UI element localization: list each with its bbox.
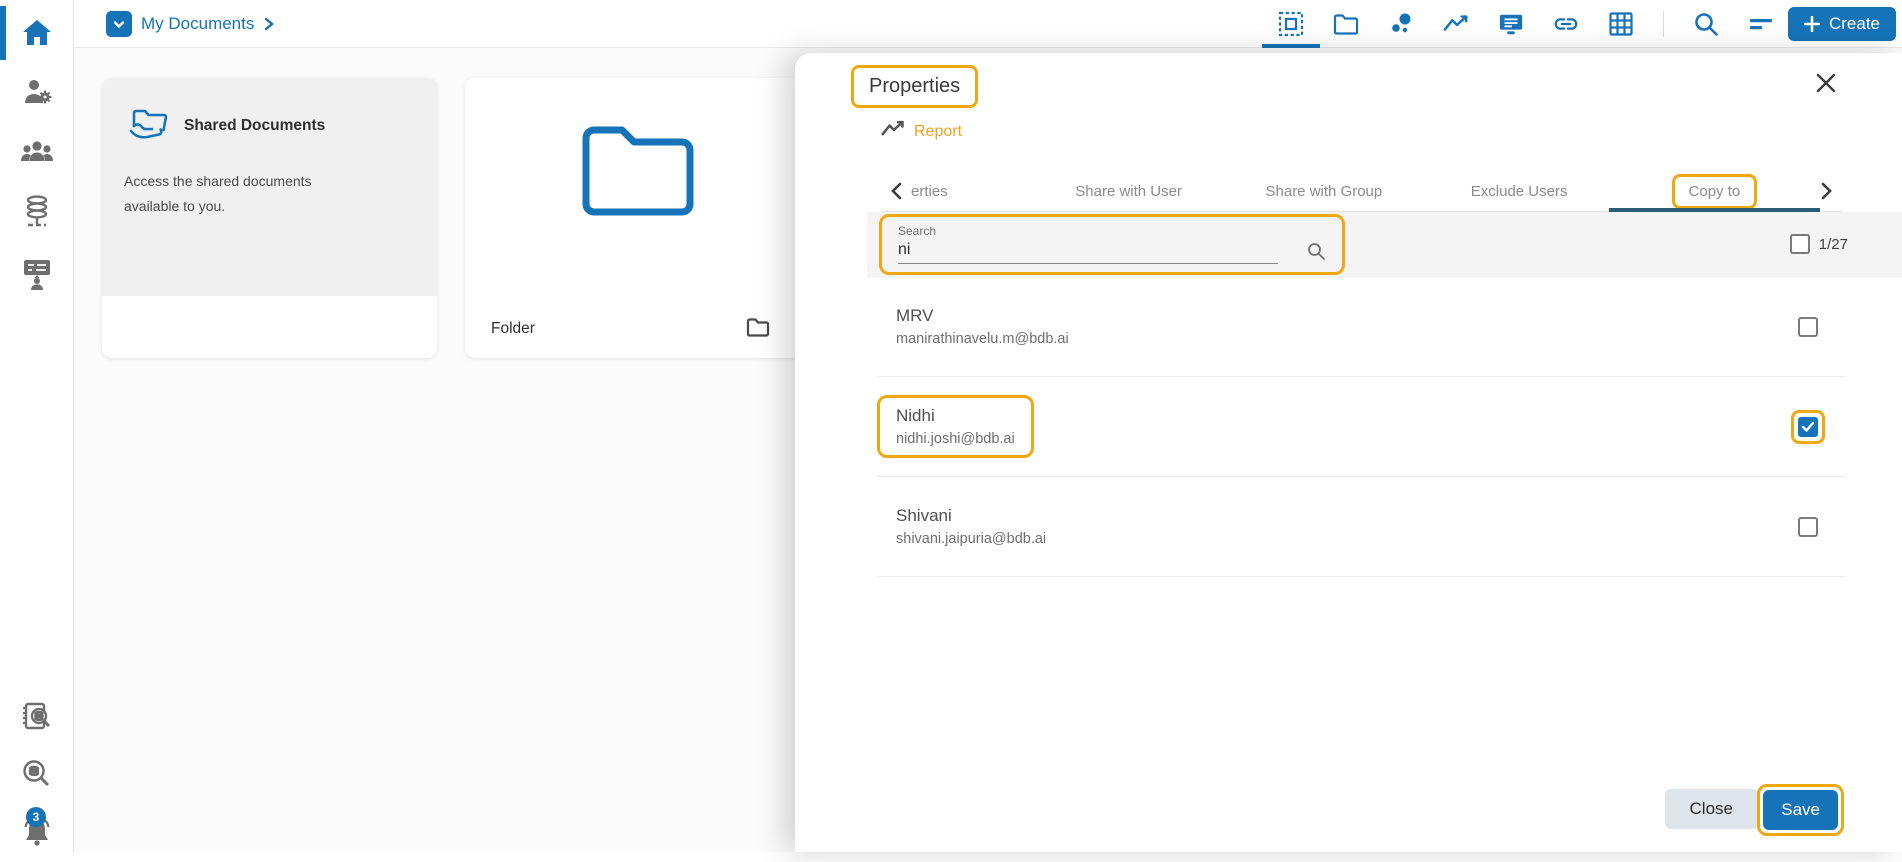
- tab-share-with-group[interactable]: Share with Group: [1226, 171, 1421, 211]
- grid-table-icon[interactable]: [1608, 11, 1634, 37]
- sidebar-item-data-server[interactable]: [0, 186, 74, 242]
- user-list: MRV manirathinavelu.m@bdb.ai Nidhi nidhi…: [877, 277, 1845, 577]
- bell-icon: 3: [20, 815, 54, 854]
- sidebar-item-home[interactable]: [0, 6, 74, 62]
- user-info: Shivani shivani.jaipuria@bdb.ai: [877, 495, 1065, 558]
- small-folder-icon: [746, 316, 770, 343]
- tab-copy-to-label: Copy to: [1672, 174, 1758, 209]
- sidebar-item-trainer-board[interactable]: [0, 248, 74, 304]
- search-icon[interactable]: [1693, 11, 1719, 37]
- trainer-board-icon: [21, 257, 53, 296]
- toolbar: [1278, 0, 1774, 48]
- document-search-icon: [20, 700, 54, 741]
- close-icon[interactable]: [1812, 69, 1840, 97]
- selection-counter: 1/27: [1819, 236, 1848, 253]
- shared-card-footer: [102, 296, 437, 358]
- shared-folder-icon: [128, 104, 170, 147]
- data-server-icon: [21, 194, 53, 235]
- breadcrumb-folder-icon: [106, 11, 132, 37]
- user-info: MRV manirathinavelu.m@bdb.ai: [877, 295, 1088, 358]
- tabs-scroll-right-icon[interactable]: [1812, 182, 1842, 200]
- user-info-highlighted: Nidhi nidhi.joshi@bdb.ai: [877, 395, 1034, 458]
- user-checkbox[interactable]: [1798, 517, 1818, 537]
- search-strip: Search 1/27: [867, 212, 1902, 278]
- line-chart-icon[interactable]: [1443, 11, 1469, 37]
- user-name: Nidhi: [896, 406, 1015, 426]
- folder-card-footer: Folder: [465, 300, 810, 358]
- user-settings-icon: [21, 76, 53, 113]
- user-groups-icon: [20, 136, 54, 173]
- shared-card-title: Shared Documents: [184, 117, 325, 135]
- select-all-row: 1/27: [1790, 234, 1848, 254]
- sidebar-item-data-search[interactable]: [0, 748, 74, 804]
- user-checkbox-checked[interactable]: [1798, 417, 1818, 437]
- user-row[interactable]: Shivani shivani.jaipuria@bdb.ai: [877, 477, 1845, 577]
- folder-icon[interactable]: [1333, 11, 1359, 37]
- select-all-checkbox[interactable]: [1790, 234, 1810, 254]
- tabs-scroll-left-icon[interactable]: [881, 182, 911, 200]
- plus-icon: [1804, 16, 1820, 32]
- folder-card-icon: [465, 120, 810, 216]
- tab-copy-to[interactable]: Copy to: [1617, 171, 1812, 211]
- data-search-icon: [20, 757, 54, 796]
- panel-title: Properties: [851, 65, 978, 108]
- sidebar-item-notifications[interactable]: 3: [0, 806, 74, 862]
- breadcrumb-label: My Documents: [141, 14, 254, 34]
- tab-exclude-users[interactable]: Exclude Users: [1422, 171, 1617, 211]
- toolbar-divider: [1663, 11, 1664, 37]
- monitor-list-icon[interactable]: [1498, 11, 1524, 37]
- user-row[interactable]: MRV manirathinavelu.m@bdb.ai: [877, 277, 1845, 377]
- dashboard-select-icon[interactable]: [1278, 11, 1304, 37]
- create-button[interactable]: Create: [1788, 7, 1896, 41]
- shared-card-description: Access the shared documents available to…: [102, 147, 392, 218]
- folder-card[interactable]: Folder: [465, 78, 810, 358]
- sidebar: 3: [0, 0, 74, 852]
- panel-tabbar: erties Share with User Share with Group …: [881, 171, 1842, 212]
- entity-label[interactable]: Report: [914, 123, 962, 141]
- tab-share-with-user[interactable]: Share with User: [1031, 171, 1226, 211]
- sidebar-item-document-search[interactable]: [0, 692, 74, 748]
- create-button-label: Create: [1829, 14, 1880, 34]
- folder-card-label: Folder: [491, 320, 535, 338]
- shared-card-header: Shared Documents: [102, 78, 437, 147]
- shared-documents-card[interactable]: Shared Documents Access the shared docum…: [102, 78, 437, 358]
- close-button[interactable]: Close: [1665, 789, 1758, 829]
- sidebar-item-user-settings[interactable]: [0, 66, 74, 122]
- link-icon[interactable]: [1553, 11, 1579, 37]
- search-field-label: Search: [898, 224, 1326, 238]
- save-button-highlight: Save: [1757, 784, 1844, 836]
- topbar: My Documents: [74, 0, 1902, 48]
- sort-filter-icon[interactable]: [1748, 11, 1774, 37]
- user-email: manirathinavelu.m@bdb.ai: [896, 331, 1069, 347]
- user-name: MRV: [896, 306, 1069, 326]
- entity-row: Report: [881, 119, 962, 144]
- search-field: Search: [879, 214, 1345, 275]
- breadcrumb-chevron-icon: [263, 17, 275, 31]
- user-row[interactable]: Nidhi nidhi.joshi@bdb.ai: [877, 377, 1845, 477]
- search-input[interactable]: [898, 238, 1278, 264]
- breadcrumb[interactable]: My Documents: [106, 11, 275, 37]
- tab-properties[interactable]: erties: [911, 171, 1031, 211]
- report-line-chart-icon: [881, 119, 905, 144]
- cluster-dots-icon[interactable]: [1388, 11, 1414, 37]
- user-checkbox[interactable]: [1798, 317, 1818, 337]
- user-email: shivani.jaipuria@bdb.ai: [896, 531, 1046, 547]
- notification-count-badge: 3: [26, 807, 46, 827]
- home-icon: [21, 16, 53, 53]
- user-name: Shivani: [896, 506, 1046, 526]
- save-button[interactable]: Save: [1763, 790, 1838, 830]
- properties-panel: Properties Report erties Share with User…: [795, 53, 1902, 852]
- user-email: nidhi.joshi@bdb.ai: [896, 431, 1015, 447]
- sidebar-item-user-groups[interactable]: [0, 126, 74, 182]
- search-magnifier-icon[interactable]: [1306, 241, 1326, 266]
